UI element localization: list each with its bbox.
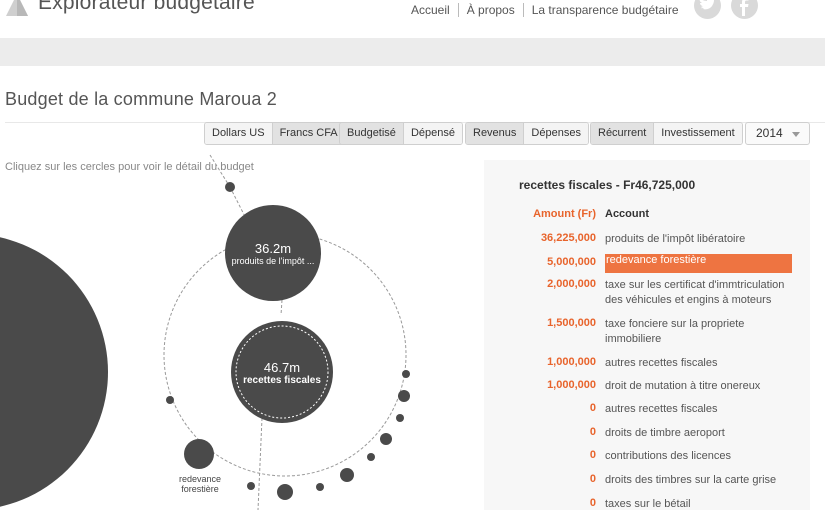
nav-accueil[interactable]: Accueil bbox=[403, 3, 458, 17]
row-amount: 0 bbox=[589, 402, 596, 414]
bubble-center-value: 46.7m bbox=[263, 360, 301, 375]
row-amount: 2,000,000 bbox=[547, 278, 596, 290]
bubble-top-label: 36.2m produits de l'impôt ... bbox=[223, 241, 323, 266]
link-line bbox=[209, 154, 231, 188]
row-account: droits des timbres sur la carte grise bbox=[605, 474, 777, 486]
row-amount: 1,000,000 bbox=[547, 356, 596, 368]
bubble-dot[interactable] bbox=[225, 182, 235, 192]
row-amount: 0 bbox=[589, 473, 596, 485]
bubble-parent[interactable] bbox=[0, 234, 108, 510]
francs-cfa-button[interactable]: Francs CFA bbox=[272, 123, 345, 144]
main-nav: Accueil À propos La transparence budgéta… bbox=[403, 3, 687, 17]
logo-icon bbox=[6, 0, 28, 16]
depense-button[interactable]: Dépensé bbox=[403, 123, 462, 144]
row-account: taxes sur le bétail bbox=[605, 498, 691, 510]
link-line bbox=[280, 299, 283, 316]
row-account: droits de timbre aeroport bbox=[605, 427, 725, 439]
bubble-dot[interactable] bbox=[367, 453, 375, 461]
app-title[interactable]: Explorateur budgétaire bbox=[38, 0, 255, 15]
chevron-down-icon bbox=[792, 132, 800, 137]
row-account: produits de l'impôt libératoire bbox=[605, 233, 746, 245]
bubble-center-label: 46.7m recettes fiscales bbox=[232, 360, 332, 386]
row-account: contributions des licences bbox=[605, 450, 731, 462]
col-amount-header: Amount (Fr) bbox=[533, 208, 596, 220]
bubble-top-name: produits de l'impôt ... bbox=[231, 256, 315, 266]
bubble-top-value: 36.2m bbox=[254, 241, 292, 256]
facebook-icon[interactable] bbox=[731, 0, 758, 19]
bubble-dot[interactable] bbox=[166, 396, 174, 404]
row-amount: 0 bbox=[589, 426, 596, 438]
twitter-icon[interactable] bbox=[694, 0, 721, 19]
bubble-redevance-label: redevance forestière bbox=[178, 474, 222, 494]
bubble-redevance[interactable] bbox=[184, 439, 214, 469]
site-header: Explorateur budgétaire Accueil À propos … bbox=[0, 0, 825, 38]
bubble-dot[interactable] bbox=[380, 433, 392, 445]
year-value: 2014 bbox=[756, 126, 783, 140]
row-amount: 1,500,000 bbox=[547, 317, 596, 329]
bubble-dot[interactable] bbox=[398, 390, 410, 402]
currency-toggle: Dollars US Francs CFA bbox=[204, 122, 346, 145]
bubble-dot[interactable] bbox=[277, 484, 293, 500]
col-account-header: Account bbox=[605, 208, 649, 220]
year-select[interactable]: 2014 bbox=[745, 122, 810, 145]
nav-transparence[interactable]: La transparence budgétaire bbox=[522, 3, 687, 17]
row-account: droit de mutation à titre onereux bbox=[605, 380, 761, 392]
bubble-svg bbox=[0, 154, 410, 510]
row-amount: 5,000,000 bbox=[547, 256, 596, 268]
direction-toggle: Revenus Dépenses bbox=[465, 122, 589, 145]
bubble-dot[interactable] bbox=[396, 414, 404, 422]
row-amount: 36,225,000 bbox=[540, 232, 596, 244]
detail-title: recettes fiscales - Fr46,725,000 bbox=[519, 178, 696, 192]
row-account: autres recettes fiscales bbox=[605, 357, 718, 369]
budget-mode-toggle: Budgetisé Dépensé bbox=[339, 122, 463, 145]
row-account: taxe fonciere sur la propriete immobilie… bbox=[605, 318, 745, 345]
row-amount: 0 bbox=[589, 497, 596, 509]
nav-a-propos[interactable]: À propos bbox=[457, 3, 523, 17]
depenses-button[interactable]: Dépenses bbox=[524, 123, 588, 144]
row-amount: 1,000,000 bbox=[547, 379, 596, 391]
bubble-chart: 36.2m produits de l'impôt ... 46.7m rece… bbox=[0, 150, 480, 510]
row-account: taxe sur les certificat d'immtriculation… bbox=[605, 279, 785, 306]
row-amount: 0 bbox=[589, 449, 596, 461]
investissement-button[interactable]: Investissement bbox=[654, 123, 742, 144]
sub-bar bbox=[0, 38, 825, 66]
row-account: redevance forestière bbox=[605, 254, 792, 273]
budgetise-button[interactable]: Budgetisé bbox=[340, 123, 404, 144]
link-line bbox=[257, 417, 263, 510]
detail-panel: recettes fiscales - Fr46,725,000 Amount … bbox=[484, 160, 810, 510]
revenus-button[interactable]: Revenus bbox=[466, 123, 525, 144]
bubble-center-name: recettes fiscales bbox=[243, 375, 321, 386]
row-account: autres recettes fiscales bbox=[605, 403, 718, 415]
bubble-dot[interactable] bbox=[340, 468, 354, 482]
dollars-us-button[interactable]: Dollars US bbox=[205, 123, 273, 144]
page-title: Budget de la commune Maroua 2 bbox=[5, 89, 277, 109]
bubble-dot[interactable] bbox=[247, 482, 255, 490]
bubble-dot[interactable] bbox=[402, 370, 410, 378]
bubble-dot[interactable] bbox=[316, 483, 324, 491]
type-toggle: Récurrent Investissement bbox=[590, 122, 743, 145]
recurrent-button[interactable]: Récurrent bbox=[591, 123, 655, 144]
